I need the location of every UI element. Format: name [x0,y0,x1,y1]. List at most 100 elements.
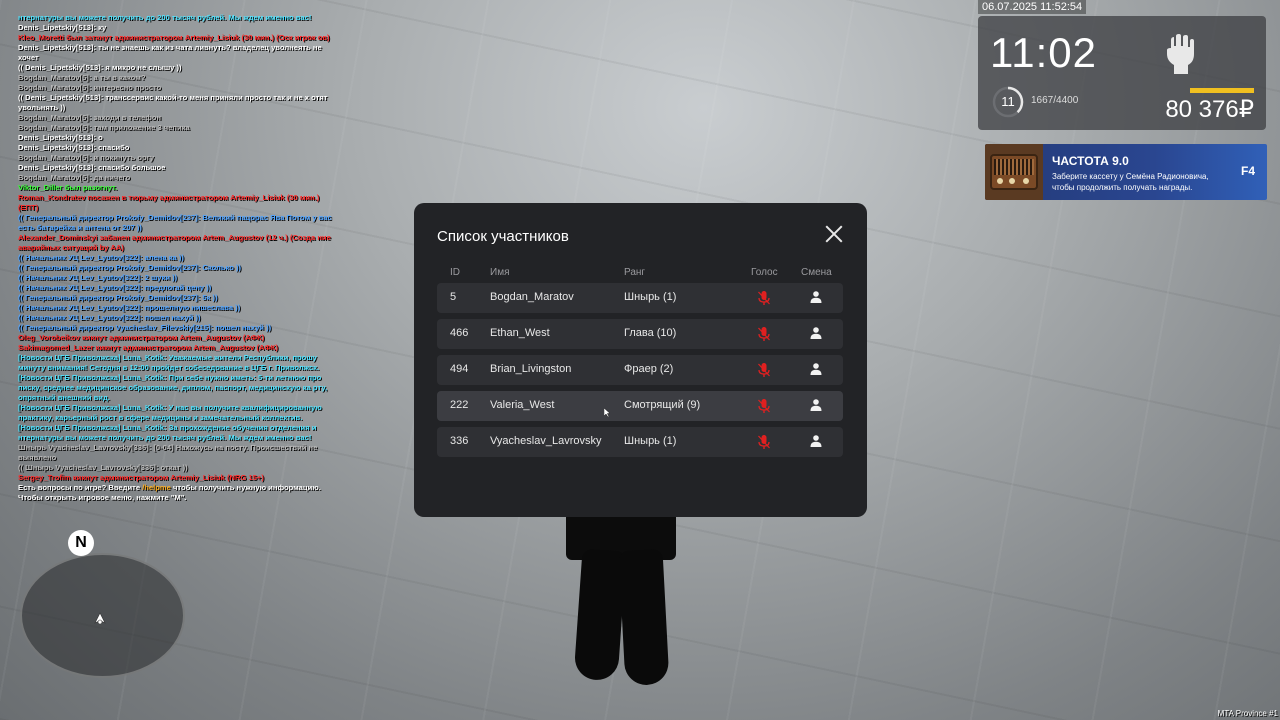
member-name: Valeria_West [490,399,555,411]
chat-line: (( Начальник УЦ Lev_Lyutov[322]: 2 шуки … [18,273,178,282]
mic-muted-icon[interactable] [758,435,770,450]
player-position-icon [94,612,106,625]
chat-line: (( Генеральный директор Prokofy_Demidov[… [18,293,218,302]
member-rank: Шнырь (1) [624,435,677,447]
table-row[interactable]: 466 Ethan_West Глава (10) [437,319,843,349]
chat-line: Kleo_Moretti был заткнут администратором… [18,33,330,42]
member-name: Brian_Livingston [490,363,572,375]
members-table: 5 Bogdan_Maratov Шнырь (1) 466 Ethan_Wes… [437,283,843,463]
chat-line: [Новости ЦГБ Приволжска] Luna_Kotik: За … [18,423,317,442]
user-icon[interactable] [810,363,822,375]
radio-hotkey: F4 [1240,164,1255,178]
close-icon[interactable] [823,223,845,245]
table-row[interactable]: 494 Brian_Livingston Фраер (2) [437,355,843,385]
chat-line: (( Генеральный директор Prokofy_Demidov[… [18,213,332,232]
mic-muted-icon[interactable] [758,291,770,306]
chat-line: Denis_Lipetskiy[513]: ты не знаешь как и… [18,43,322,62]
table-header: ID Имя Ранг Голос Смена [437,267,843,281]
member-rank: Фраер (2) [624,363,674,375]
chat-line: (( Начальник УЦ Lev_Lyutov[322]: пошел н… [18,313,201,322]
compass-north-icon: N [68,530,94,556]
radio-icon [985,144,1043,200]
datetime-label: 06.07.2025 11:52:54 [978,0,1087,14]
radio-title: ЧАСТОТА 9.0 [1052,154,1129,168]
radio-banner[interactable]: ЧАСТОТА 9.0 Заберите кассету у Семёна Ра… [985,144,1267,200]
user-icon[interactable] [810,399,822,411]
mic-muted-icon[interactable] [758,399,770,414]
modal-title: Список участников [437,228,569,245]
chat-line: Bogdan_Maratov[5]: да ничего [18,173,131,182]
member-rank: Смотрящий (9) [624,399,701,411]
chat-line: Denis_Lipetskiy[513]: спасибо [18,143,130,152]
member-id: 466 [450,327,469,339]
member-id: 5 [450,291,457,303]
user-icon[interactable] [810,327,822,339]
money-accent-bar [1190,88,1254,93]
chat-line: Bogdan_Maratov[5]: и покинуть оргу [18,153,155,162]
member-id: 494 [450,363,469,375]
chat-line: (( Denis_Lipetskiy[513]: транссервис как… [18,93,328,112]
column-rank: Ранг [624,267,646,278]
player-character [560,500,680,690]
member-name: Vyacheslav_Lavrovsky [490,435,602,447]
chat-line: Bogdan_Maratov[5]: там приложение 3 чепи… [18,123,190,132]
chat-line: Bogdan_Maratov[5]: а ты в каком? [18,73,146,82]
chat-line: Шнырь Vyacheslav_Lavrovsky[336]: [0-04] … [18,443,318,462]
chat-line: (( Шнырь Vyacheslav_Lavrovsky[336]: отка… [18,463,188,472]
chat-line: Denis_Lipetskiy[513]: ку [18,23,107,32]
member-rank: Глава (10) [624,327,677,339]
table-row[interactable]: 222 Valeria_West Смотрящий (9) [437,391,843,421]
chat-line: [Новости ЦГБ Приволжска] Luna_Kotik: Ува… [18,353,320,372]
server-label: MTA Province #1 [1217,709,1278,718]
mic-muted-icon[interactable] [758,327,770,342]
chat-line: Sergey_Trofim кикнут администратором Art… [18,473,264,482]
member-id: 222 [450,399,469,411]
mic-muted-icon[interactable] [758,363,770,378]
chat-line: (( Генеральный директор Vyacheslav_Filev… [18,323,272,332]
mouse-cursor-icon [604,408,610,417]
experience-counter: 1667/4400 [1031,95,1079,106]
character-right-leg [618,548,670,687]
chat-line: Denis_Lipetskiy[513]: о [18,133,103,142]
user-icon[interactable] [810,291,822,303]
chat-line: (( Denis_Lipetskiy[513]: я микро не слыш… [18,63,182,72]
chat-line: Bogdan_Maratov[5]: интересно просто [18,83,162,92]
chat-text: Есть вопросы по игре? Введите [18,483,143,492]
chat-line: [Новости ЦГБ Приволжска] Luna_Kotik: У н… [18,403,322,422]
chat-line: (( Начальник УЦ Lev_Lyutov[322]: алена к… [18,253,184,262]
chat-line: нтернатуры вы можете получить до 200 тыс… [18,13,312,22]
member-name: Bogdan_Maratov [490,291,574,303]
money-balance: 80 376₽ [1165,96,1254,123]
hud-panel: 11:02 11 1667/4400 80 376₽ [978,16,1266,130]
column-voice: Голос [751,267,778,278]
chat-line: Oleg_Vorobeikov кикнут администратором A… [18,333,265,342]
chat-line: Есть вопросы по игре? Введите /helpme чт… [18,483,336,493]
player-level: 11 [1001,94,1015,109]
member-id: 336 [450,435,469,447]
chat-line: Sakimagomed_Lazer кикнут администратором… [18,343,278,352]
chat-line: Bogdan_Maratov[5]: заходи в телефон [18,113,162,122]
member-name: Ethan_West [490,327,550,339]
chat-command: /helpme [142,483,171,492]
chat-line: Чтобы открыть игровое меню, нажмите "M". [18,493,187,502]
chat-log: нтернатуры вы можете получить до 200 тыс… [18,13,336,503]
column-swap: Смена [801,267,832,278]
table-row[interactable]: 336 Vyacheslav_Lavrovsky Шнырь (1) [437,427,843,457]
radio-description: Заберите кассету у Семёна Радионовича, ч… [1052,172,1209,192]
chat-line: Denis_Lipetskiy[513]: спасибо большое [18,163,166,172]
user-icon[interactable] [810,435,822,447]
fist-icon [1167,34,1194,74]
member-rank: Шнырь (1) [624,291,677,303]
game-clock: 11:02 [990,29,1097,76]
column-id: ID [450,267,460,278]
chat-line: (( Генеральный директор Prokofy_Demidov[… [18,263,242,272]
members-list-modal: Список участников ID Имя Ранг Голос Смен… [414,203,867,517]
chat-line: Viktor_Diller был разогнут. [18,183,118,192]
chat-line: [Новости ЦГБ Приволжска] Luna_Kotik: При… [18,373,328,402]
chat-line: Roman_Kondratev посажен в тюрьму админис… [18,193,320,212]
chat-text: чтобы получить нужную информацию. [170,483,321,492]
chat-line: (( Начальник УЦ Lev_Lyutov[322]: предлог… [18,283,212,292]
chat-line: Alexander_Dominskyi забанен администрато… [18,233,331,252]
chat-line: (( Начальник УЦ Lev_Lyutov[322]: прошелн… [18,303,241,312]
table-row[interactable]: 5 Bogdan_Maratov Шнырь (1) [437,283,843,313]
